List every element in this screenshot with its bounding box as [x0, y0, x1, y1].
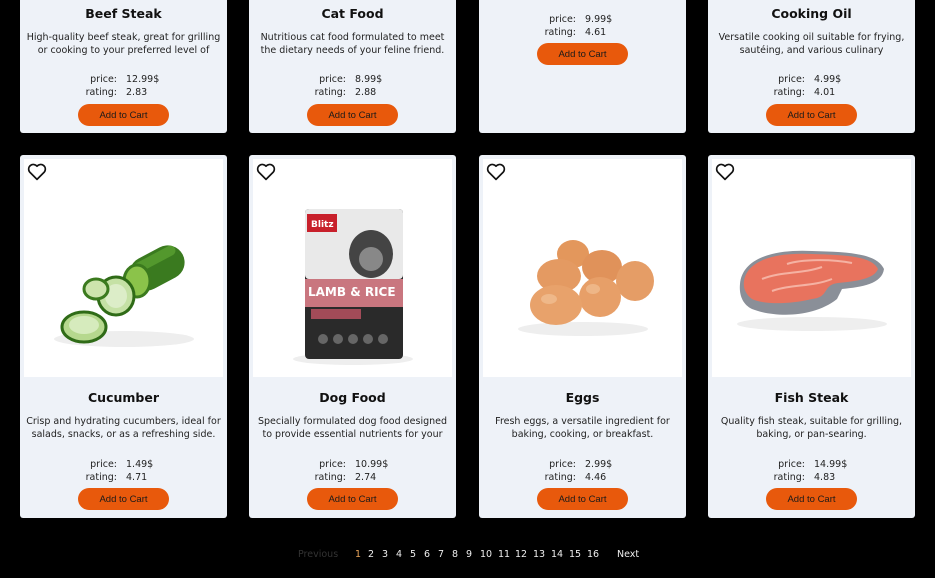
page-link[interactable]: 7 — [438, 549, 444, 560]
product-card: Cucumber Crisp and hydrating cucumbers, … — [20, 155, 227, 518]
heart-outline-icon[interactable] — [715, 163, 735, 181]
fish-steak-image — [737, 250, 887, 331]
rating-label: rating: — [773, 87, 805, 98]
page-link[interactable]: 15 — [569, 549, 581, 560]
page-link-current[interactable]: 1 — [355, 549, 361, 560]
page-link[interactable]: 11 — [498, 549, 510, 560]
page-link[interactable]: 12 — [515, 549, 527, 560]
product-name: Cat Food — [321, 6, 384, 21]
product-description: Nutritious cat food formulated to meet t… — [260, 32, 445, 56]
product-name: Beef Steak — [85, 6, 162, 21]
rating-value: 4.71 — [126, 472, 148, 483]
rating-label: rating: — [85, 87, 117, 98]
pagination: Previous 1 2 3 4 5 6 7 8 9 10 11 12 13 1… — [0, 549, 935, 563]
cucumber-image — [54, 245, 194, 347]
product-description: Crisp and hydrating cucumbers, ideal for… — [26, 416, 221, 440]
rating-value: 2.88 — [355, 87, 377, 98]
price-value: 10.99$ — [355, 459, 389, 470]
product-description: High-quality beef steak, great for grill… — [26, 32, 221, 56]
rating-value: 2.83 — [126, 87, 148, 98]
price-label: price: — [90, 74, 117, 85]
product-name: Cucumber — [88, 390, 159, 405]
heart-outline-icon[interactable] — [486, 163, 506, 181]
add-to-cart-button[interactable]: Add to Cart — [766, 104, 857, 126]
price-value: 4.99$ — [814, 74, 842, 85]
rating-label: rating: — [314, 472, 346, 483]
price-label: price: — [90, 459, 117, 470]
product-name: Fish Steak — [774, 390, 849, 405]
product-image — [483, 159, 682, 377]
page-link[interactable]: 3 — [382, 549, 388, 560]
product-name: Cooking Oil — [771, 6, 852, 21]
page-link[interactable]: 5 — [410, 549, 416, 560]
rating-label: rating: — [773, 472, 805, 483]
add-to-cart-button[interactable]: Add to Cart — [307, 104, 398, 126]
product-name: Eggs — [565, 390, 600, 405]
pagination-previous[interactable]: Previous — [298, 549, 338, 560]
heart-outline-icon[interactable] — [27, 163, 47, 181]
product-card: Cooking Oil Versatile cooking oil suitab… — [708, 0, 915, 133]
price-value: 2.99$ — [585, 459, 613, 470]
price-label: price: — [549, 459, 576, 470]
product-name: Dog Food — [319, 390, 386, 405]
add-to-cart-button[interactable]: Add to Cart — [766, 488, 857, 510]
price-label: price: — [549, 14, 576, 25]
rating-label: rating: — [544, 472, 576, 483]
add-to-cart-button[interactable]: Add to Cart — [78, 488, 169, 510]
page-link[interactable]: 4 — [396, 549, 402, 560]
product-description: Quality fish steak, suitable for grillin… — [720, 416, 903, 440]
page-link[interactable]: 8 — [452, 549, 458, 560]
rating-label: rating: — [314, 87, 346, 98]
product-card: Eggs Fresh eggs, a versatile ingredient … — [479, 155, 686, 518]
page-link[interactable]: 10 — [480, 549, 492, 560]
product-description: Fresh eggs, a versatile ingredient for b… — [495, 416, 670, 440]
product-card: Blitz LAMB & RICE Dog Food Specially for… — [249, 155, 456, 518]
page-link[interactable]: 14 — [551, 549, 563, 560]
svg-text:Blitz: Blitz — [311, 220, 334, 230]
heart-outline-icon[interactable] — [256, 163, 276, 181]
rating-value: 4.01 — [814, 87, 836, 98]
product-description: Versatile cooking oil suitable for fryin… — [718, 32, 905, 56]
eggs-image — [518, 240, 654, 336]
rating-value: 2.74 — [355, 472, 377, 483]
price-label: price: — [319, 459, 346, 470]
rating-value: 4.46 — [585, 472, 607, 483]
price-value: 1.49$ — [126, 459, 154, 470]
page-link[interactable]: 2 — [368, 549, 374, 560]
page-link[interactable]: 6 — [424, 549, 430, 560]
bag-label: LAMB & RICE — [308, 285, 396, 299]
product-image — [712, 159, 911, 377]
page-link[interactable]: 13 — [533, 549, 545, 560]
product-card: Cat Food Nutritious cat food formulated … — [249, 0, 456, 133]
price-value: 8.99$ — [355, 74, 383, 85]
product-card: Fish Steak Quality fish steak, suitable … — [708, 155, 915, 518]
product-image — [24, 159, 223, 377]
pagination-next[interactable]: Next — [617, 549, 639, 560]
page-link[interactable]: 9 — [466, 549, 472, 560]
add-to-cart-button[interactable]: Add to Cart — [537, 488, 628, 510]
rating-value: 4.83 — [814, 472, 836, 483]
dog-food-bag-image: Blitz LAMB & RICE — [293, 209, 413, 365]
add-to-cart-button[interactable]: Add to Cart — [78, 104, 169, 126]
product-card: price: 9.99$ rating: 4.61 Add to Cart — [479, 0, 686, 133]
price-value: 12.99$ — [126, 74, 160, 85]
rating-label: rating: — [544, 27, 576, 38]
product-description: Specially formulated dog food designed t… — [257, 416, 448, 440]
add-to-cart-button[interactable]: Add to Cart — [307, 488, 398, 510]
price-label: price: — [778, 459, 805, 470]
page-link[interactable]: 16 — [587, 549, 599, 560]
price-value: 9.99$ — [585, 14, 613, 25]
add-to-cart-button[interactable]: Add to Cart — [537, 43, 628, 65]
rating-value: 4.61 — [585, 27, 607, 38]
rating-label: rating: — [85, 472, 117, 483]
price-label: price: — [778, 74, 805, 85]
price-label: price: — [319, 74, 346, 85]
product-card: Beef Steak High-quality beef steak, grea… — [20, 0, 227, 133]
product-image: Blitz LAMB & RICE — [253, 159, 452, 377]
price-value: 14.99$ — [814, 459, 848, 470]
